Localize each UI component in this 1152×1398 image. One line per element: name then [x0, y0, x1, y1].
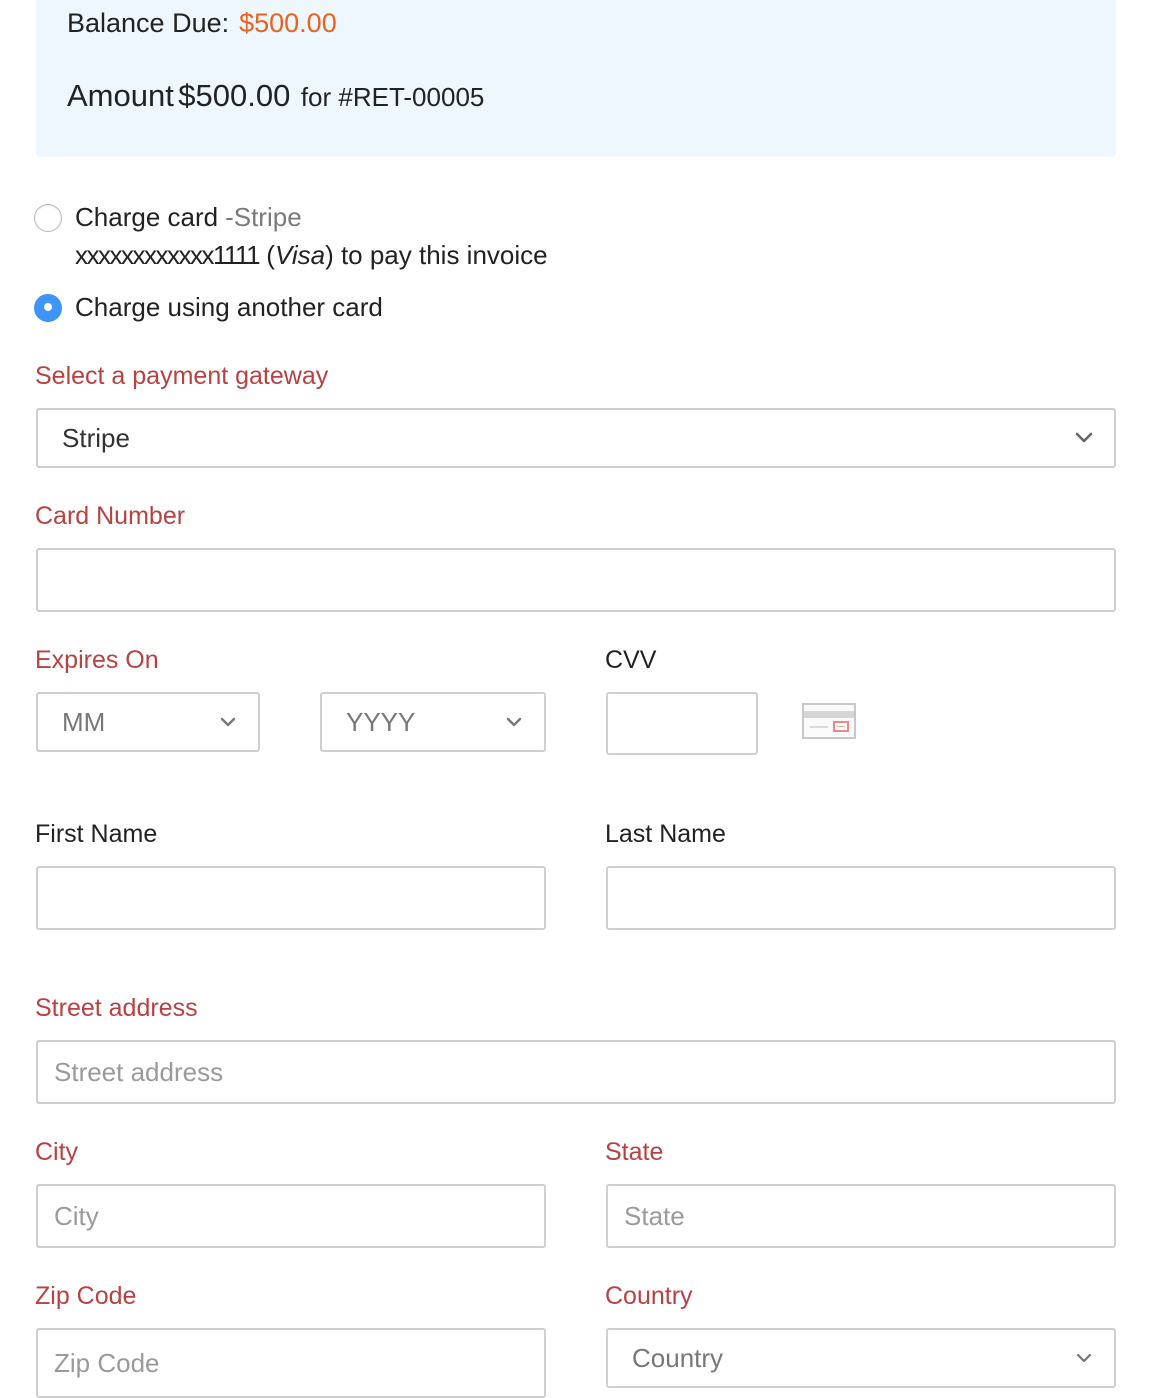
city-label: City [35, 1138, 79, 1166]
chevron-down-icon [218, 716, 238, 728]
option-saved-card[interactable]: Charge card -Stripe [34, 202, 302, 233]
credit-card-back-icon [802, 703, 856, 739]
gateway-label: Select a payment gateway [35, 362, 329, 390]
masked-card-number: xxxxxxxxxxxx1111 [75, 240, 261, 270]
saved-card-label: Charge card [75, 202, 219, 232]
balance-due-value: $500.00 [239, 8, 337, 38]
cvv-input[interactable] [606, 692, 758, 755]
card-brand: Visa [274, 240, 326, 270]
country-select[interactable]: Country [606, 1328, 1116, 1388]
state-input[interactable] [606, 1184, 1116, 1248]
cvv-label: CVV [605, 646, 657, 674]
invoice-summary-panel: Balance Due: $500.00 Amount $500.00 for #… [36, 0, 1116, 157]
gateway-select[interactable]: Stripe [36, 408, 1116, 468]
street-address-input[interactable] [36, 1040, 1116, 1104]
chevron-down-icon [1074, 432, 1094, 444]
country-selected-value: Country [632, 1342, 724, 1373]
option-another-card[interactable]: Charge using another card [34, 292, 383, 323]
card-number-label: Card Number [35, 502, 186, 530]
chevron-down-icon [1074, 1352, 1094, 1364]
card-number-input[interactable] [36, 548, 1116, 612]
another-card-label: Charge using another card [75, 292, 383, 322]
amount-prefix: Amount [67, 78, 174, 113]
expires-on-label: Expires On [35, 646, 159, 674]
city-input[interactable] [36, 1184, 546, 1248]
chevron-down-icon [504, 716, 524, 728]
gateway-selected-value: Stripe [62, 422, 130, 453]
expiry-year-select[interactable]: YYYY [320, 692, 546, 752]
state-label: State [605, 1138, 664, 1166]
amount-line: Amount $500.00 for #RET-00005 [67, 78, 484, 114]
another-card-radio[interactable] [34, 293, 62, 322]
balance-due-label: Balance Due: [67, 8, 230, 38]
expiry-month-select[interactable]: MM [36, 692, 260, 752]
saved-card-radio[interactable] [34, 203, 62, 232]
amount-value: $500.00 [178, 78, 291, 113]
first-name-input[interactable] [36, 866, 546, 930]
saved-card-suffix: ) to pay this invoice [325, 240, 548, 270]
first-name-label: First Name [35, 820, 158, 848]
street-address-label: Street address [35, 994, 198, 1022]
invoice-reference: for #RET-00005 [300, 82, 485, 112]
zip-code-label: Zip Code [35, 1282, 137, 1310]
last-name-label: Last Name [605, 820, 726, 848]
saved-card-details: xxxxxxxxxxxx1111 (Visa) to pay this invo… [75, 240, 548, 271]
last-name-input[interactable] [606, 866, 1116, 930]
saved-card-gateway: -Stripe [225, 202, 302, 232]
paren-open: ( [259, 240, 275, 270]
balance-due: Balance Due: $500.00 [67, 8, 337, 39]
country-label: Country [605, 1282, 693, 1310]
